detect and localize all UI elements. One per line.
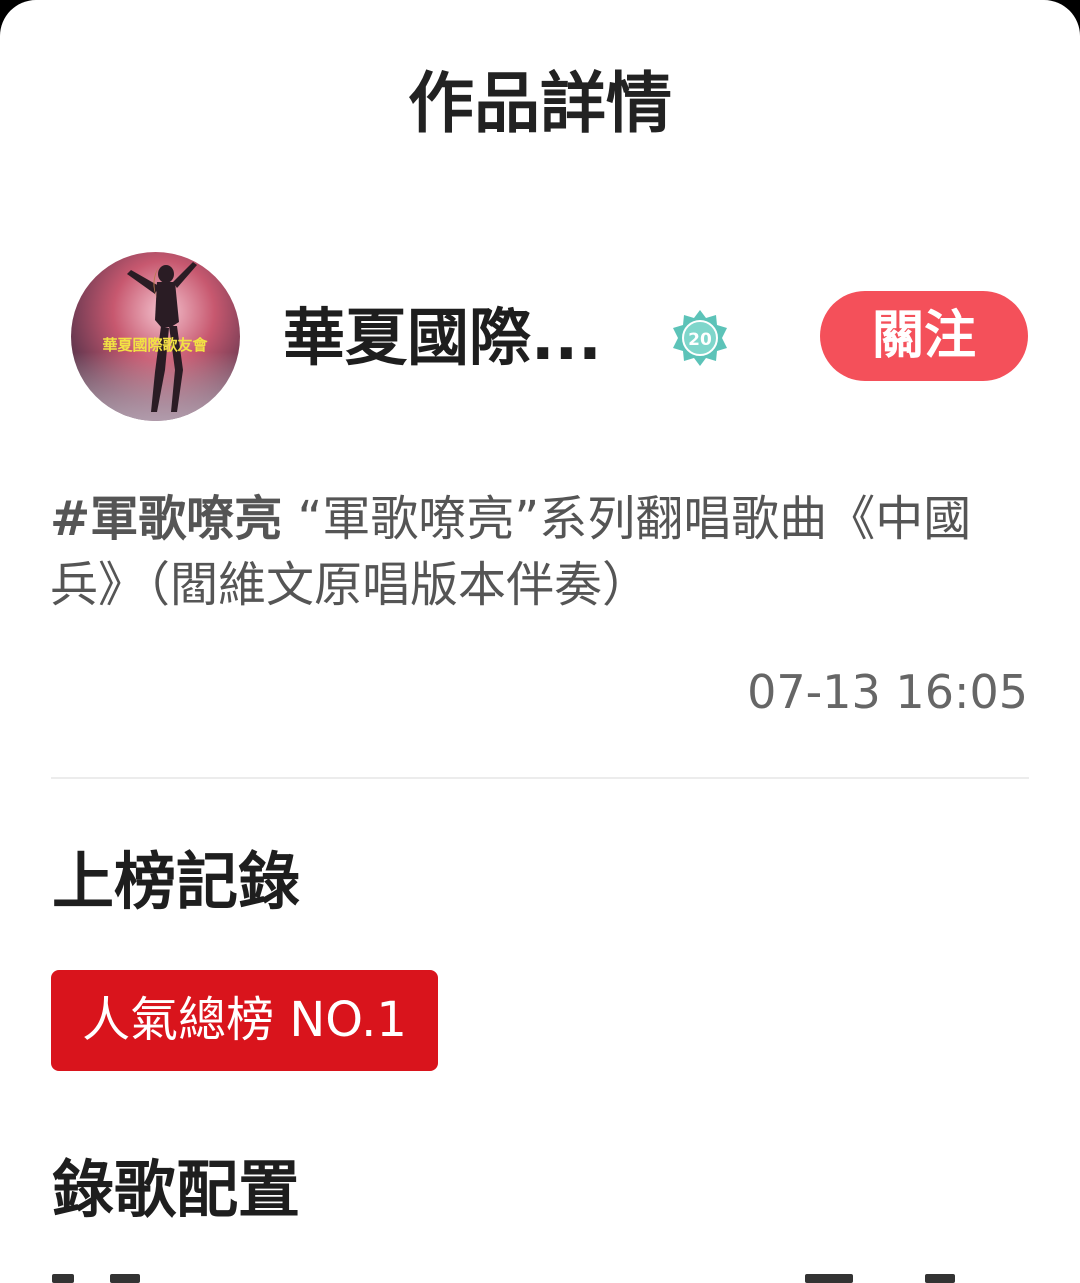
avatar-image: 華夏國際歌友會 <box>71 252 240 421</box>
next-section-peek <box>0 1268 1080 1283</box>
post-description: #軍歌嘹亮 “軍歌嘹亮”系列翻唱歌曲《中國兵》（閻維文原唱版本伴奏） <box>50 486 1040 618</box>
peek-fragment <box>805 1274 853 1283</box>
follow-button[interactable]: 關注 <box>820 291 1028 381</box>
recording-config-title: 錄歌配置 <box>52 1153 301 1226</box>
level-badge-number: 20 <box>688 330 712 350</box>
avatar[interactable]: 華夏國際歌友會 <box>71 252 240 421</box>
level-medal-icon: 20 <box>670 308 730 368</box>
peek-fragment <box>110 1274 140 1283</box>
username[interactable]: 華夏國際... <box>283 298 602 378</box>
post-timestamp: 07-13 16:05 <box>747 665 1028 719</box>
ranking-badge[interactable]: 人氣總榜 NO.1 <box>51 970 438 1071</box>
hashtag-link[interactable]: #軍歌嘹亮 <box>50 491 282 547</box>
peek-fragment <box>925 1274 955 1283</box>
page-title: 作品詳情 <box>408 65 672 142</box>
peek-fragment <box>52 1274 74 1283</box>
divider <box>51 777 1029 779</box>
avatar-caption: 華夏國際歌友會 <box>102 336 208 354</box>
work-details-sheet: 作品詳情 華夏國際歌友會 華夏國際... 20 關注 #軍歌嘹亮 “軍歌嘹亮”系… <box>0 0 1080 1283</box>
ranking-section-title: 上榜記錄 <box>52 845 301 918</box>
